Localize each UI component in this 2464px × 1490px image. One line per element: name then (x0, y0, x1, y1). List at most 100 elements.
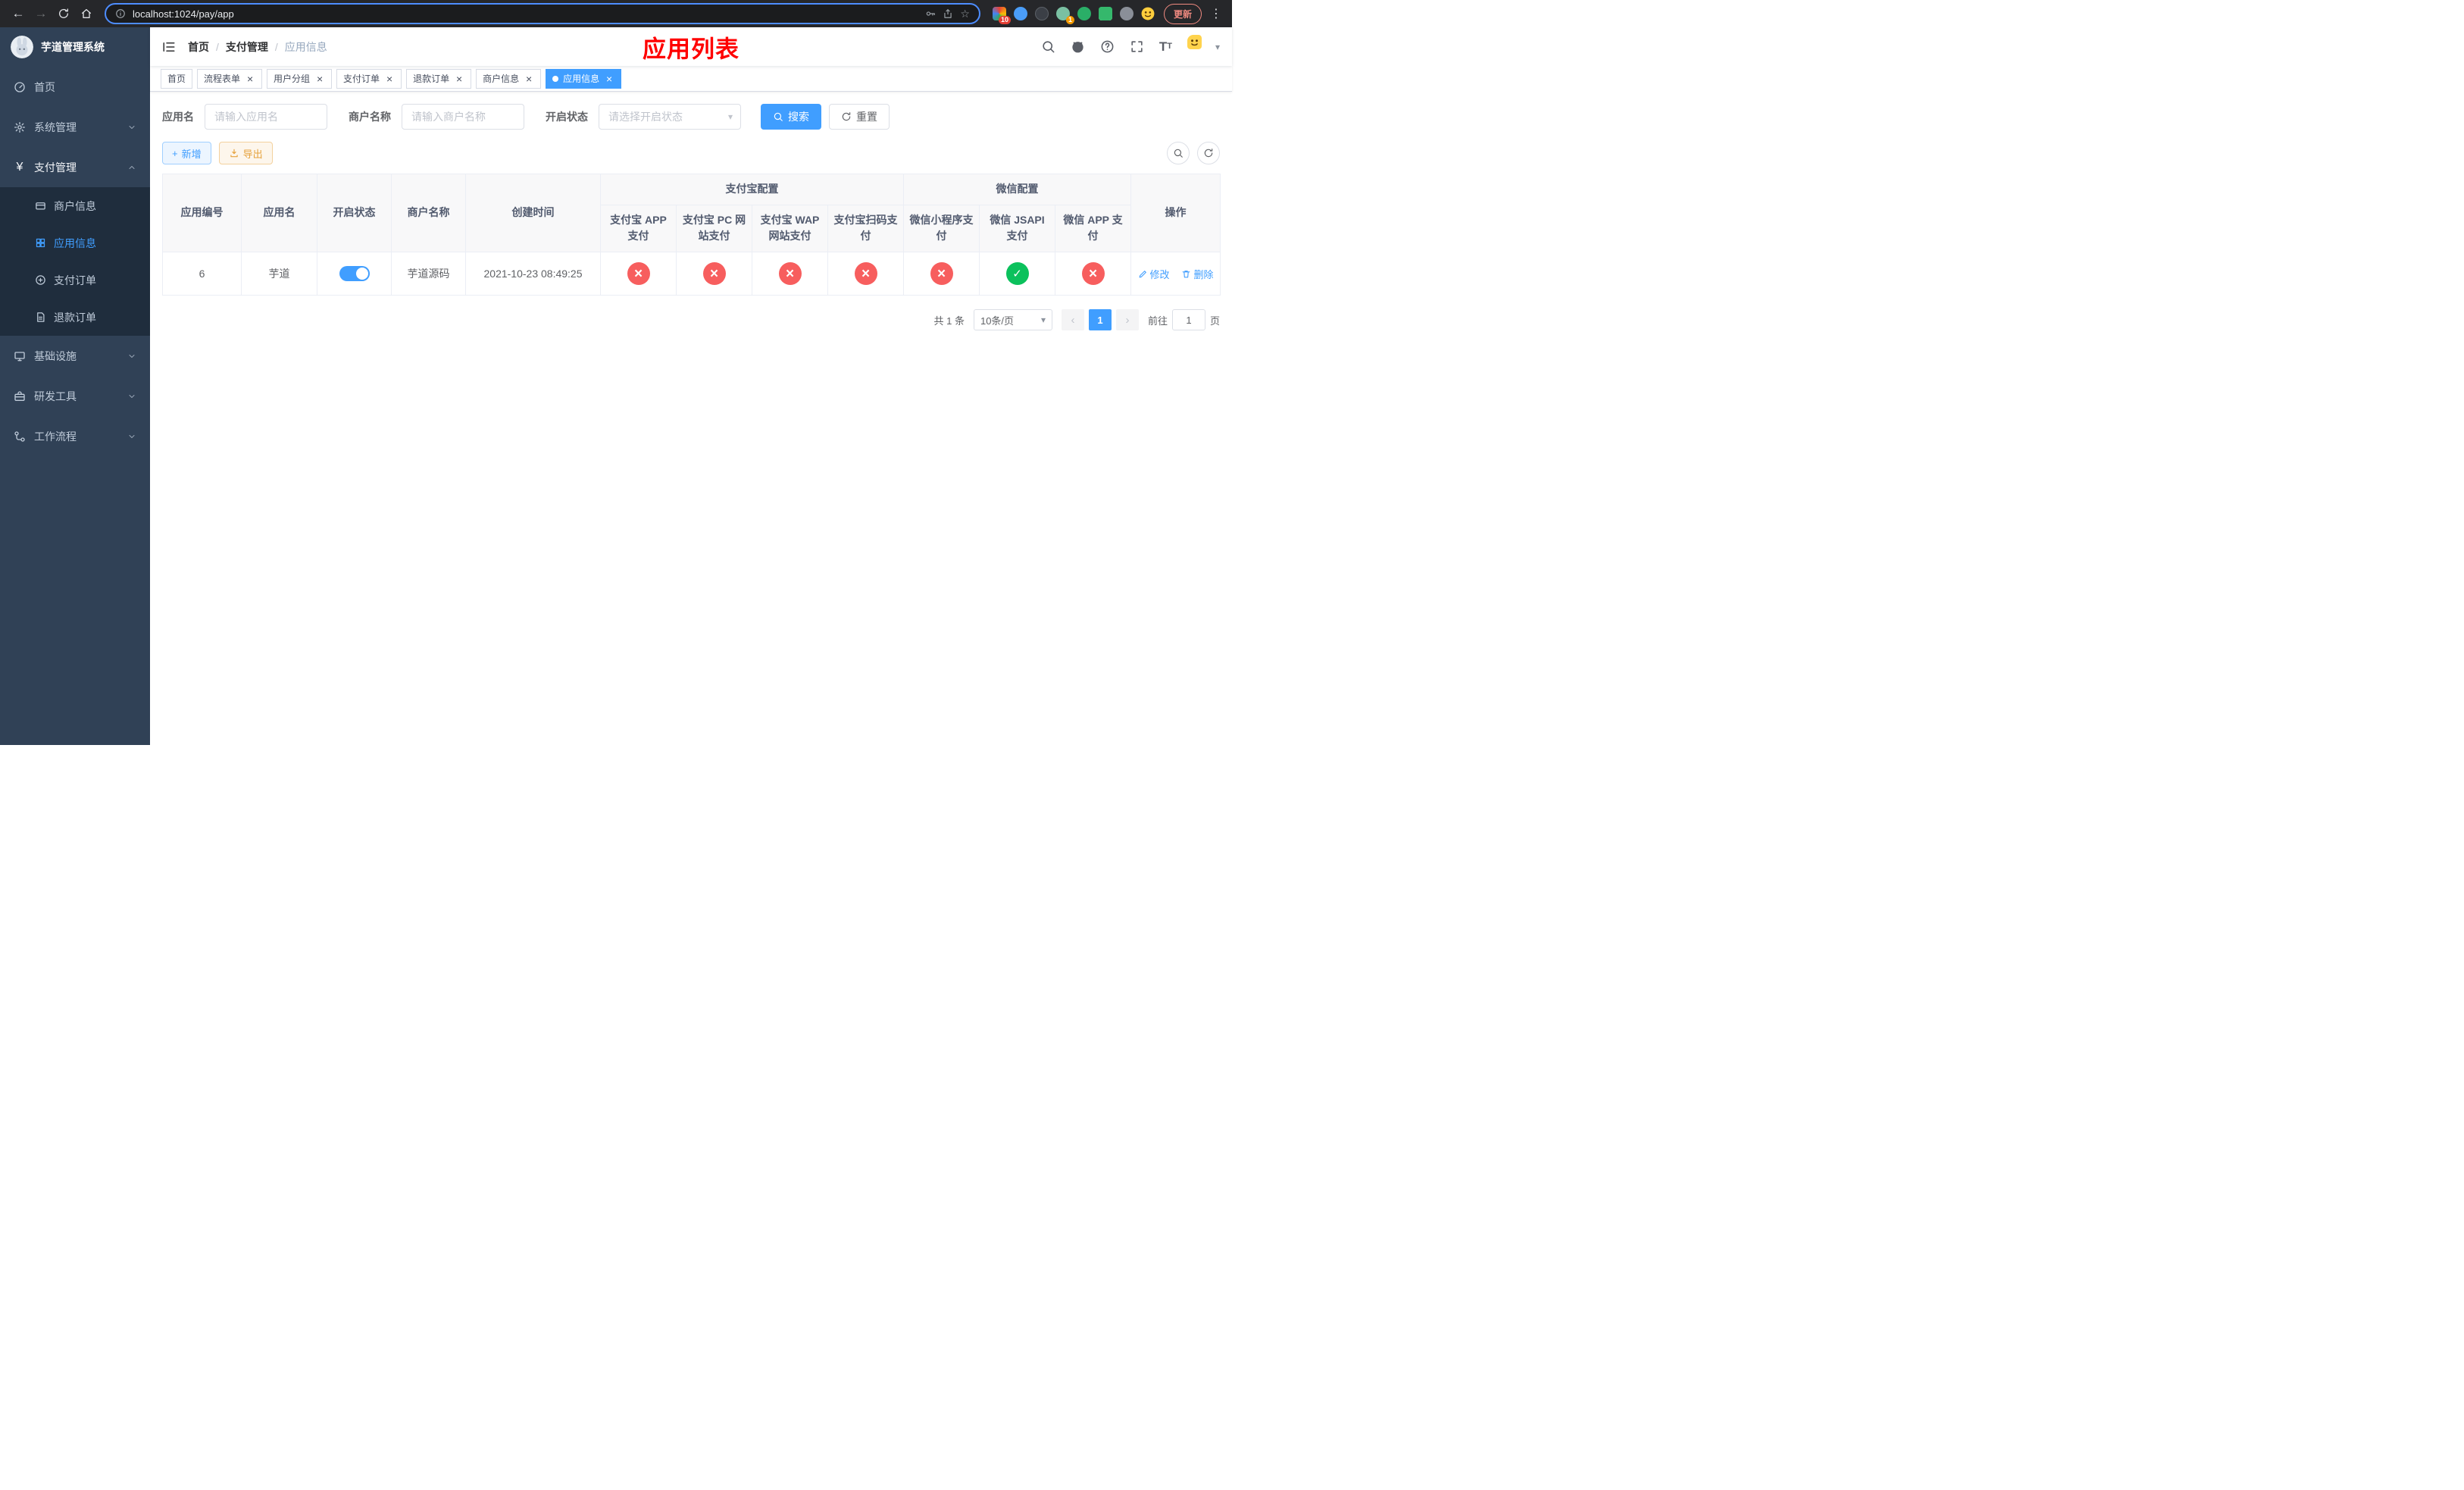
extension-icon-colorful[interactable]: 10 (992, 7, 1011, 24)
url-text[interactable]: localhost:1024/pay/app (133, 8, 918, 20)
col-header-merchant: 商户名称 (391, 173, 466, 253)
tab-app-info[interactable]: 应用信息 × (546, 68, 622, 89)
add-button[interactable]: + 新增 (162, 142, 211, 164)
merchant-name-input[interactable] (402, 104, 524, 130)
password-key-icon[interactable] (925, 8, 936, 19)
tab-user-group[interactable]: 用户分组 × (267, 68, 333, 89)
sidebar-item-label: 系统管理 (34, 121, 77, 133)
reset-button[interactable]: 重置 (829, 104, 890, 130)
goto-page-input[interactable] (1171, 309, 1205, 331)
table-header: 应用编号 应用名 开启状态 商户名称 创建时间 支付宝配置 微信配置 操作 支付… (162, 173, 1221, 253)
active-tab-dot (552, 75, 559, 82)
status-select[interactable]: 请选择开启状态 ▾ (599, 104, 741, 130)
sidebar-logo-row[interactable]: 芋道管理系统 (0, 27, 150, 67)
extension-icon-dark[interactable] (1034, 7, 1049, 20)
browser-update-button[interactable]: 更新 (1163, 3, 1202, 24)
address-bar[interactable]: localhost:1024/pay/app ☆ (105, 3, 980, 24)
chevron-down-icon: ▾ (1040, 315, 1046, 326)
search-icon (1174, 149, 1183, 158)
next-page-button[interactable]: › (1115, 309, 1139, 331)
sidebar-item-payment[interactable]: ¥ 支付管理 (0, 147, 150, 187)
search-button[interactable]: 搜索 (761, 104, 821, 130)
col-header-alipay-qr: 支付宝扫码支付 (827, 204, 904, 253)
breadcrumb-separator: / (216, 40, 219, 53)
extension-icon-avatar[interactable]: 1 (1055, 7, 1074, 24)
page-size-select[interactable]: 10条/页 ▾ (973, 309, 1052, 331)
bank-card-icon (36, 202, 45, 210)
sidebar-item-refund-order[interactable]: 退款订单 (0, 299, 150, 336)
home-icon[interactable] (76, 3, 97, 24)
sidebar-item-system[interactable]: 系统管理 (0, 107, 150, 147)
col-header-alipay-wap: 支付宝 WAP 网站支付 (752, 204, 828, 253)
tab-refund-order[interactable]: 退款订单 × (406, 68, 472, 89)
github-icon[interactable] (1071, 39, 1085, 54)
goto-label: 前往 (1147, 315, 1168, 327)
user-menu[interactable]: ▾ (1187, 34, 1220, 59)
font-size-icon[interactable]: TT (1159, 40, 1172, 53)
toggle-search-button[interactable] (1167, 142, 1190, 164)
close-icon[interactable]: × (245, 74, 255, 84)
delete-button[interactable]: 删除 (1181, 267, 1213, 281)
close-icon[interactable]: × (524, 74, 534, 84)
close-icon[interactable]: × (604, 74, 614, 84)
sidebar-item-app-info[interactable]: 应用信息 (0, 224, 150, 261)
download-icon (230, 149, 238, 158)
search-icon (774, 112, 783, 121)
close-icon[interactable]: × (314, 74, 325, 84)
current-page-button[interactable]: 1 (1088, 309, 1112, 331)
back-icon[interactable]: ← (8, 3, 29, 24)
help-icon[interactable] (1100, 39, 1115, 54)
browser-toolbar: ← → localhost:1024/pay/app ☆ 10 1 更新 ⋮ (0, 0, 1232, 27)
export-button[interactable]: 导出 (218, 142, 273, 164)
status-icon-wechat-app (1081, 262, 1105, 286)
payment-submenu: 商户信息 应用信息 支付订单 退款订单 (0, 187, 150, 336)
breadcrumb-item-home[interactable]: 首页 (188, 39, 209, 55)
extension-icon-emoji[interactable] (1141, 7, 1155, 20)
extension-icon-green-doc[interactable] (1098, 7, 1112, 20)
extension-icon-green-circle[interactable] (1077, 7, 1091, 20)
share-icon[interactable] (943, 8, 953, 19)
browser-menu-icon[interactable]: ⋮ (1208, 6, 1224, 21)
tab-merchant-info[interactable]: 商户信息 × (476, 68, 542, 89)
status-icon-alipay-app (627, 262, 650, 286)
sidebar-item-home[interactable]: 首页 (0, 67, 150, 107)
refresh-table-button[interactable] (1197, 142, 1220, 164)
sidebar-toggle-icon[interactable] (162, 40, 176, 54)
site-info-icon[interactable] (115, 8, 126, 19)
app-name-input[interactable] (205, 104, 327, 130)
status-toggle[interactable] (339, 266, 370, 282)
sidebar-item-merchant-info[interactable]: 商户信息 (0, 187, 150, 224)
fullscreen-icon[interactable] (1130, 39, 1144, 54)
col-group-alipay: 支付宝配置 (600, 174, 904, 205)
extension-icon-blue[interactable] (1013, 7, 1027, 20)
main-area: 首页 / 支付管理 / 应用信息 应用列表 T T ▾ 首页 流程表单 × 用户… (150, 27, 1232, 745)
extension-badge: 10 (998, 16, 1011, 24)
cell-status (317, 252, 392, 296)
close-icon[interactable]: × (384, 74, 395, 84)
tab-home[interactable]: 首页 (161, 68, 193, 89)
breadcrumb-item-payment[interactable]: 支付管理 (226, 39, 268, 55)
search-icon[interactable] (1041, 39, 1055, 54)
breadcrumb-separator: / (274, 40, 278, 53)
plus-icon: + (172, 147, 178, 159)
sidebar-item-dev-tools[interactable]: 研发工具 (0, 376, 150, 416)
pagination-total: 共 1 条 (933, 315, 965, 327)
prev-page-button[interactable]: ‹ (1061, 309, 1084, 331)
bookmark-star-icon[interactable]: ☆ (960, 8, 970, 20)
edit-button[interactable]: 修改 (1138, 267, 1170, 281)
sidebar-item-infrastructure[interactable]: 基础设施 (0, 336, 150, 376)
sidebar-item-workflow[interactable]: 工作流程 (0, 416, 150, 456)
forward-icon[interactable]: → (30, 3, 52, 24)
close-icon[interactable]: × (454, 74, 464, 84)
app-table: 应用编号 应用名 开启状态 商户名称 创建时间 支付宝配置 微信配置 操作 支付… (162, 173, 1221, 296)
refresh-icon[interactable] (53, 3, 74, 24)
extension-badge-2: 1 (1065, 16, 1074, 24)
extension-icon-puzzle[interactable] (1119, 7, 1134, 20)
col-header-alipay-app: 支付宝 APP 支付 (600, 204, 677, 253)
chevron-down-icon: ▾ (727, 111, 733, 122)
tab-pay-order[interactable]: 支付订单 × (336, 68, 402, 89)
sidebar-item-pay-order[interactable]: 支付订单 (0, 261, 150, 299)
sidebar-item-label: 商户信息 (54, 199, 96, 212)
tab-process-form[interactable]: 流程表单 × (197, 68, 263, 89)
chevron-down-icon (129, 434, 135, 438)
